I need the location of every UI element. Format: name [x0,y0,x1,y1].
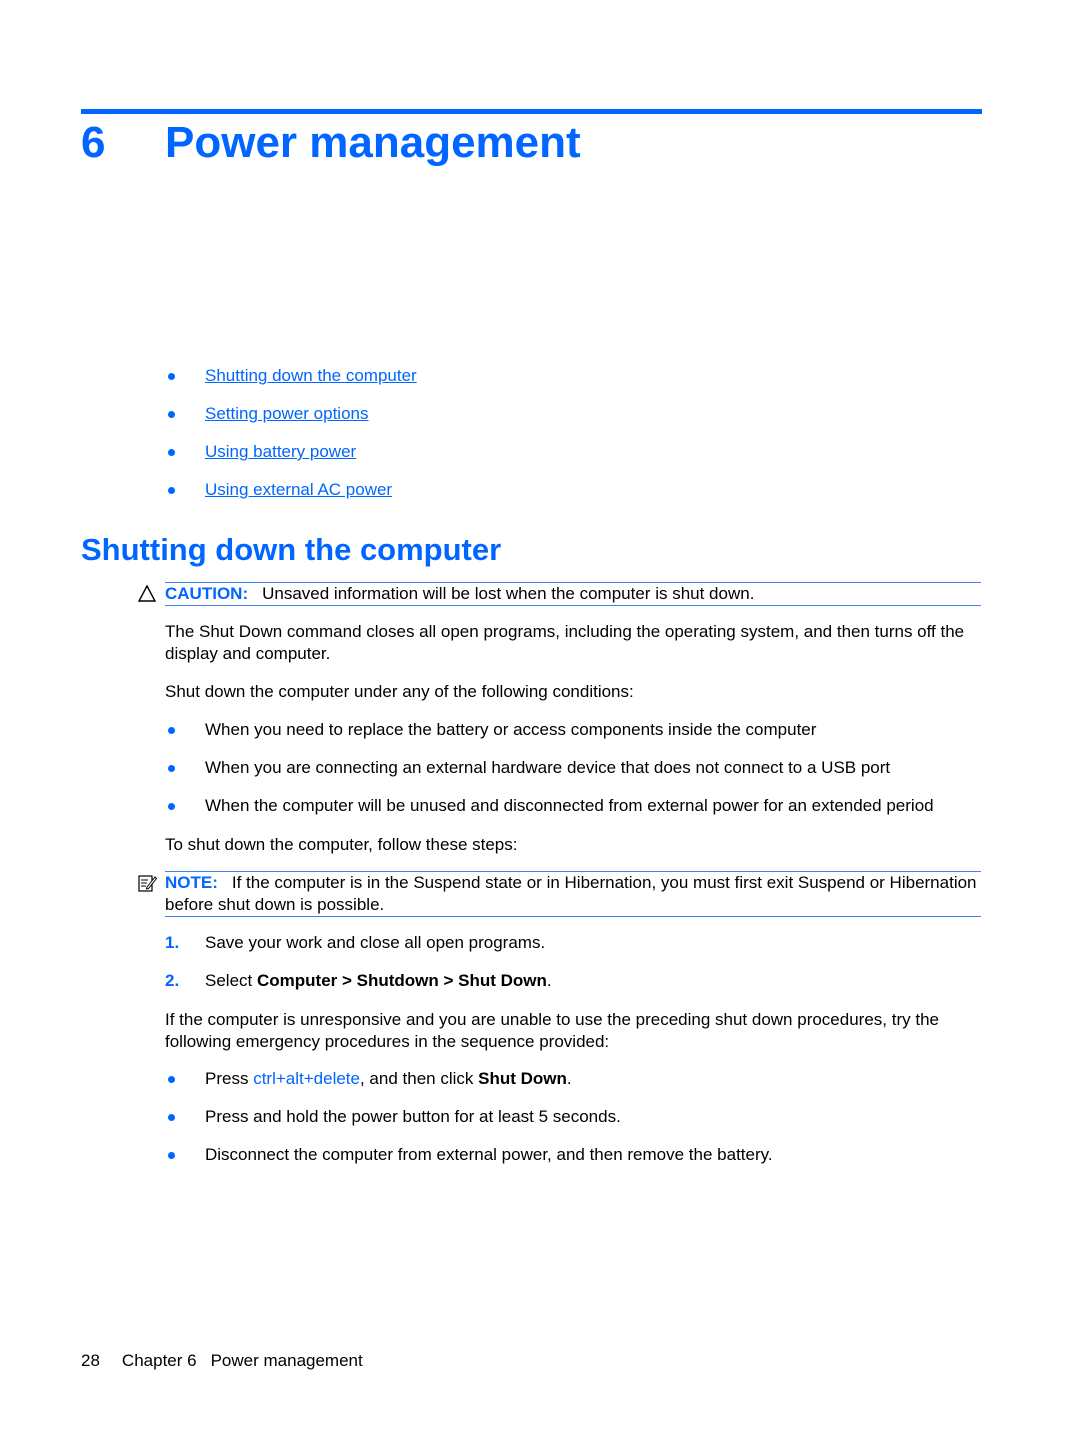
bullet-icon [168,449,175,456]
steps-intro: To shut down the computer, follow these … [165,835,518,854]
bullet-icon [168,1152,175,1159]
bullet-icon [168,727,175,734]
list-item-text: Disconnect the computer from external po… [205,1145,773,1164]
chapter-title-text: Power management [165,118,581,167]
menu-path: Computer > Shutdown > Shut Down [256,971,547,990]
steps-list: 1. Save your work and close all open prog… [165,933,552,1009]
conditions-list: When you need to replace the battery or … [165,720,934,834]
caution-box: CAUTION: Unsaved information will be lost… [137,582,981,606]
bullet-icon [168,487,175,494]
list-item: When the computer will be unused and dis… [165,796,934,834]
list-item-text: , and then click [359,1069,479,1088]
key-combo: ctrl+alt+delete [253,1069,360,1088]
list-item: When you are connecting an external hard… [165,758,934,796]
chapter-rule [81,109,982,114]
bullet-icon [168,373,175,380]
footer-chapter-label: Chapter 6 [121,1351,197,1370]
bullet-icon [168,1076,175,1083]
toc-item: Using battery power [165,442,417,480]
toc-item: Using external AC power [165,480,417,518]
step-item: 2. Select Computer > Shutdown > Shut Down… [165,971,552,1009]
chapter-title: 6 Power management [81,116,581,170]
bullet-icon [168,1114,175,1121]
step-text-suffix: . [546,971,552,990]
toc-link-ac-power[interactable]: Using external AC power [205,480,392,499]
toc-link-shutting-down[interactable]: Shutting down the computer [205,366,417,385]
chapter-number: 6 [81,118,106,167]
note-pencil-icon [138,875,157,892]
caution-triangle-icon [137,584,157,602]
list-item-text: Press [205,1069,254,1088]
list-item-text: When the computer will be unused and dis… [205,796,934,815]
note-label: NOTE: [165,873,218,892]
intro-paragraph: The Shut Down command closes all open pr… [165,622,965,663]
step-number: 1. [165,933,180,952]
list-item-text: Press and hold the power button for at l… [205,1107,621,1126]
shut-down-label: Shut Down [478,1069,567,1088]
toc-link-power-options[interactable]: Setting power options [205,404,369,423]
list-item-text: When you need to replace the battery or … [205,720,817,739]
note-box: NOTE: If the computer is in the Suspend s… [138,871,981,917]
section-title: Shutting down the computer [81,532,502,567]
conditions-intro: Shut down the computer under any of the … [165,682,634,701]
caution-label: CAUTION: [165,584,249,603]
list-item-text: When you are connecting an external hard… [205,758,891,777]
step-item: 1. Save your work and close all open prog… [165,933,552,971]
list-item: Press and hold the power button for at l… [165,1107,773,1145]
list-item-text: . [566,1069,572,1088]
bullet-icon [168,803,175,810]
emergency-intro: If the computer is unresponsive and you … [165,1010,939,1051]
caution-text: Unsaved information will be lost when th… [262,584,755,603]
bullet-icon [168,411,175,418]
footer-chapter-title: Power management [210,1351,363,1370]
note-text: If the computer is in the Suspend state … [165,873,977,914]
bullet-icon [168,765,175,772]
toc-item: Setting power options [165,404,417,442]
list-item: When you need to replace the battery or … [165,720,934,758]
toc-item: Shutting down the computer [165,366,417,404]
list-item: Press ctrl+alt+delete, and then click Sh… [165,1069,773,1107]
page-footer: 28 Chapter 6 Power management [81,1351,363,1371]
list-item: Disconnect the computer from external po… [165,1145,773,1183]
chapter-toc: Shutting down the computer Setting power… [165,366,417,518]
emergency-list: Press ctrl+alt+delete, and then click Sh… [165,1069,773,1183]
step-number: 2. [165,971,180,990]
step-text: Save your work and close all open progra… [205,933,546,952]
step-text: Select [205,971,257,990]
toc-link-battery-power[interactable]: Using battery power [205,442,356,461]
page-number: 28 [81,1351,100,1370]
